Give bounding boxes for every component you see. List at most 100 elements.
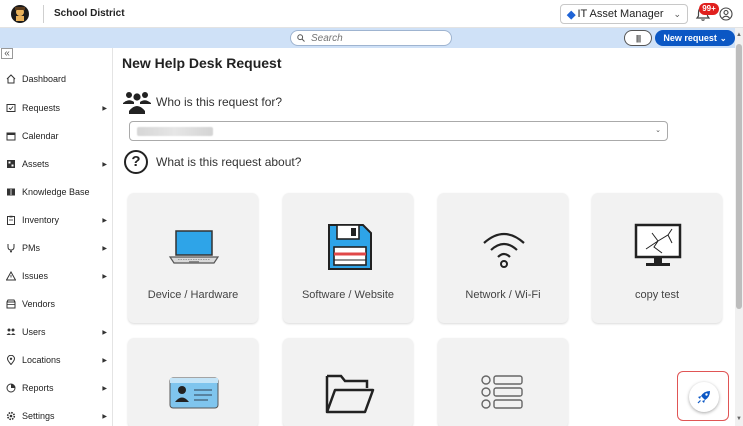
category-folder[interactable] (283, 338, 413, 426)
clipboard-icon (6, 215, 16, 225)
who-question-text: Who is this request for? (156, 95, 283, 109)
requester-select[interactable]: ⌄ (129, 121, 668, 141)
district-name: School District (54, 8, 125, 19)
search-input[interactable] (311, 32, 441, 44)
search-band: |||| New request ⌄ (0, 28, 743, 48)
caret-right-icon: ▶ (102, 413, 107, 420)
app-switcher-dropdown[interactable]: ◆ IT Asset Manager ⌄ (560, 4, 688, 24)
ticket-icon (6, 103, 16, 113)
barcode-scan-button[interactable]: |||| (624, 30, 652, 46)
laptop-icon (168, 230, 220, 264)
category-device-hardware[interactable]: Device / Hardware (128, 193, 258, 323)
user-account-icon[interactable] (719, 7, 733, 21)
sidebar-item-requests[interactable]: Requests ▶ (0, 98, 113, 118)
caret-right-icon: ▶ (102, 329, 107, 336)
sidebar-item-label: Calendar (22, 131, 59, 141)
sidebar-item-label: PMs (22, 243, 40, 253)
sidebar-item-label: Issues (22, 271, 49, 281)
search-box[interactable] (290, 30, 452, 46)
category-list[interactable] (438, 338, 568, 426)
home-icon (6, 74, 16, 84)
sidebar-item-dashboard[interactable]: Dashboard (0, 69, 113, 89)
sidebar-item-locations[interactable]: Locations ▶ (0, 350, 113, 370)
chevron-down-icon: ⌄ (673, 8, 681, 19)
sidebar-item-label: Knowledge Base (22, 187, 90, 197)
caret-right-icon: ▶ (102, 385, 107, 392)
folder-icon (325, 374, 375, 414)
sidebar-item-label: Requests (22, 103, 61, 113)
sidebar-item-assets[interactable]: Assets ▶ (0, 154, 113, 174)
caret-right-icon: ▶ (102, 357, 107, 364)
caret-right-icon: ▶ (102, 105, 107, 112)
store-icon (6, 299, 16, 309)
category-label: Software / Website (301, 289, 395, 301)
id-card-icon (169, 377, 219, 409)
scroll-down-icon[interactable]: ▼ (735, 416, 743, 422)
rocket-icon (697, 391, 710, 404)
sidebar-item-knowledge-base[interactable]: Knowledge Base (0, 182, 113, 202)
barcode-icon: |||| (635, 33, 641, 43)
sidebar-item-inventory[interactable]: Inventory ▶ (0, 210, 113, 230)
floppy-disk-icon (328, 224, 372, 270)
new-request-button[interactable]: New request ⌄ (655, 30, 735, 46)
chevron-down-icon: ⌄ (655, 127, 661, 134)
caret-right-icon: ▶ (102, 217, 107, 224)
caret-right-icon: ▶ (102, 161, 107, 168)
notification-badge: 99+ (699, 3, 719, 15)
category-id-card[interactable] (128, 338, 258, 426)
app-name: IT Asset Manager (577, 8, 664, 20)
category-network-wifi[interactable]: Network / Wi-Fi (438, 193, 568, 323)
category-label: Network / Wi-Fi (465, 289, 541, 301)
list-icon (481, 375, 523, 409)
category-software-website[interactable]: Software / Website (283, 193, 413, 323)
sidebar-item-pms[interactable]: PMs ▶ (0, 238, 113, 258)
sidebar-item-label: Vendors (22, 299, 56, 309)
category-label: copy test (634, 289, 680, 301)
new-request-label: New request (663, 33, 717, 43)
scroll-up-icon[interactable]: ▲ (735, 32, 743, 38)
sidebar-item-issues[interactable]: Issues ▶ (0, 266, 113, 286)
map-pin-icon (6, 355, 16, 365)
sidebar: « Dashboard Requests ▶ Calendar Assets ▶… (0, 48, 113, 426)
sidebar-item-calendar[interactable]: Calendar (0, 126, 113, 146)
what-question-text: What is this request about? (156, 155, 302, 169)
what-question: ? What is this request about? (124, 150, 301, 174)
page-title: New Help Desk Request (122, 55, 282, 71)
rocket-button-circle[interactable] (689, 382, 719, 412)
sidebar-item-label: Locations (22, 355, 61, 365)
page-scrollbar[interactable]: ▲ ▼ (735, 28, 743, 426)
header-divider (43, 4, 44, 23)
sidebar-item-label: Users (22, 327, 46, 337)
who-question: Who is this request for? (122, 89, 282, 115)
sidebar-item-label: Inventory (22, 215, 60, 225)
caret-right-icon: ▶ (102, 245, 107, 252)
sidebar-item-vendors[interactable]: Vendors (0, 294, 113, 314)
scrollbar-thumb[interactable] (736, 44, 742, 309)
sidebar-item-reports[interactable]: Reports ▶ (0, 378, 113, 398)
book-icon (6, 187, 16, 197)
calendar-icon (6, 131, 16, 141)
quick-launch-button[interactable] (677, 371, 729, 421)
people-group-icon (123, 92, 151, 114)
broken-monitor-icon (634, 223, 682, 266)
sidebar-item-users[interactable]: Users ▶ (0, 322, 113, 342)
category-label: Device / Hardware (147, 289, 239, 301)
question-mark-icon: ? (124, 150, 148, 174)
caret-right-icon: ▶ (102, 273, 107, 280)
requester-selected-value (137, 127, 213, 136)
assets-icon (6, 159, 16, 169)
reports-icon (6, 383, 16, 393)
warning-icon (6, 271, 16, 281)
app-logo-icon: ◆ (567, 8, 576, 21)
sidebar-item-label: Reports (22, 383, 54, 393)
stethoscope-icon (6, 243, 16, 253)
users-icon (6, 327, 16, 337)
category-copy-test[interactable]: copy test (592, 193, 722, 323)
sidebar-item-settings[interactable]: Settings ▶ (0, 406, 113, 426)
chevron-down-icon: ⌄ (719, 33, 727, 43)
collapse-sidebar-icon[interactable]: « (1, 48, 13, 59)
district-logo-icon[interactable] (9, 3, 31, 25)
gear-icon (6, 411, 16, 421)
search-icon (297, 34, 305, 42)
wifi-icon (483, 232, 525, 268)
